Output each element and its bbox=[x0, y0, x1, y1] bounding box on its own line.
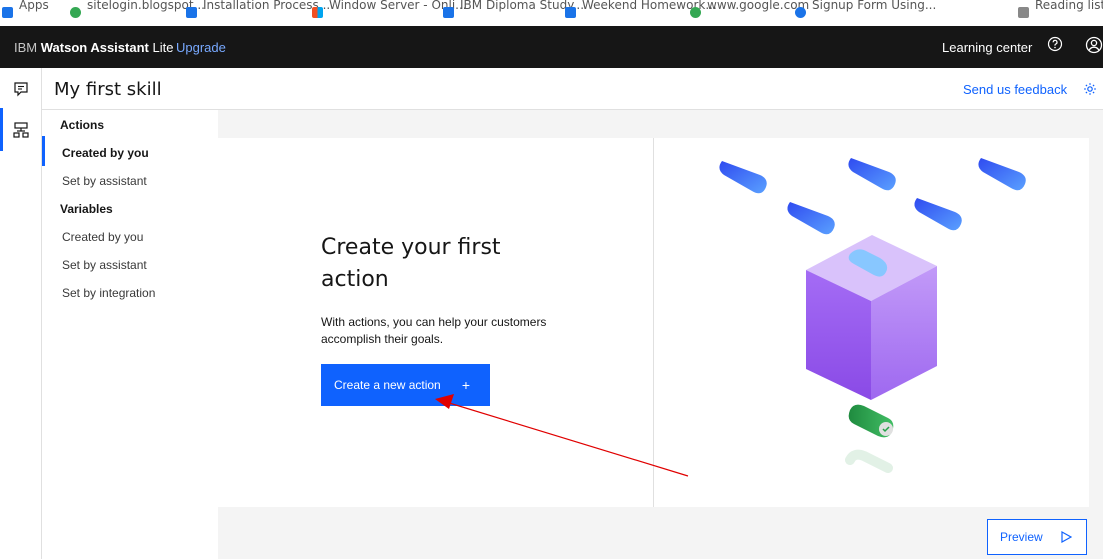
skill-nav: Actions Created by you Set by assistant … bbox=[42, 110, 218, 559]
left-rail bbox=[0, 68, 42, 559]
rail-selected-indicator bbox=[0, 108, 3, 151]
reading-list-icon bbox=[1018, 6, 1029, 18]
bookmark-2[interactable]: Installation Process... bbox=[186, 0, 330, 19]
user-avatar-icon[interactable] bbox=[1085, 36, 1103, 54]
bookmark-1[interactable]: sitelogin.blogspot... bbox=[70, 0, 205, 19]
bookmark-4[interactable]: IBM Diploma Study... bbox=[443, 0, 584, 19]
nav-heading-variables[interactable]: Variables bbox=[60, 202, 113, 216]
site-icon bbox=[795, 6, 806, 18]
purple-cube bbox=[806, 235, 937, 400]
actions-illustration bbox=[719, 158, 1026, 473]
play-icon bbox=[1061, 531, 1072, 543]
bookmark-apps[interactable]: Apps bbox=[2, 0, 49, 19]
brand-ibm: IBM bbox=[14, 40, 38, 55]
site-icon bbox=[186, 6, 197, 18]
actions-flow-icon[interactable] bbox=[12, 121, 30, 139]
nav-item-variables-set-by-assistant[interactable]: Set by assistant bbox=[62, 258, 147, 272]
google-icon bbox=[690, 6, 701, 18]
gear-icon[interactable] bbox=[1083, 82, 1097, 96]
empty-state-title: Create your first action bbox=[321, 235, 501, 292]
chat-icon[interactable] bbox=[12, 80, 30, 98]
nav-item-actions-created-by-you[interactable]: Created by you bbox=[62, 146, 149, 160]
floating-bubbles bbox=[719, 158, 1026, 235]
nav-item-variables-set-by-integration[interactable]: Set by integration bbox=[62, 286, 155, 300]
site-icon bbox=[70, 6, 81, 18]
reading-list[interactable]: Reading list bbox=[1018, 0, 1103, 19]
upgrade-link[interactable]: Upgrade bbox=[176, 40, 226, 55]
top-bar: IBM Watson Assistant Lite Upgrade Learni… bbox=[0, 26, 1103, 68]
page-title: My first skill bbox=[54, 79, 162, 100]
bookmark-7[interactable]: Signup Form Using... bbox=[795, 0, 936, 19]
bookmarks-bar: Apps sitelogin.blogspot... Installation … bbox=[0, 0, 1103, 26]
send-feedback-link[interactable]: Send us feedback bbox=[963, 82, 1067, 97]
learning-center-link[interactable]: Learning center bbox=[942, 40, 1032, 55]
preview-label: Preview bbox=[1000, 530, 1043, 544]
nav-item-variables-created-by-you[interactable]: Created by you bbox=[62, 230, 143, 244]
create-new-action-button[interactable]: Create a new action + bbox=[321, 364, 490, 406]
nav-heading-actions[interactable]: Actions bbox=[60, 118, 104, 132]
help-icon[interactable] bbox=[1047, 36, 1063, 52]
product-brand[interactable]: IBM Watson Assistant Lite bbox=[14, 40, 173, 55]
preview-button[interactable]: Preview bbox=[987, 519, 1087, 555]
site-icon bbox=[443, 6, 454, 18]
empty-state-card: Create your first action With actions, y… bbox=[218, 138, 1089, 507]
skill-header: My first skill Send us feedback bbox=[42, 68, 1103, 110]
brand-plan: Lite bbox=[152, 40, 174, 55]
apps-icon bbox=[2, 6, 13, 18]
create-new-action-label: Create a new action bbox=[334, 378, 441, 392]
windows-icon bbox=[312, 6, 323, 18]
nav-selected-indicator bbox=[42, 136, 45, 166]
bookmark-6[interactable]: www.google.com bbox=[690, 0, 809, 19]
empty-state-description: With actions, you can help your customer… bbox=[321, 315, 547, 346]
green-check-bubble bbox=[845, 404, 894, 473]
nav-item-actions-set-by-assistant[interactable]: Set by assistant bbox=[62, 174, 147, 188]
site-icon bbox=[565, 6, 576, 18]
plus-icon: + bbox=[461, 377, 470, 393]
brand-name: Watson Assistant bbox=[40, 40, 149, 55]
